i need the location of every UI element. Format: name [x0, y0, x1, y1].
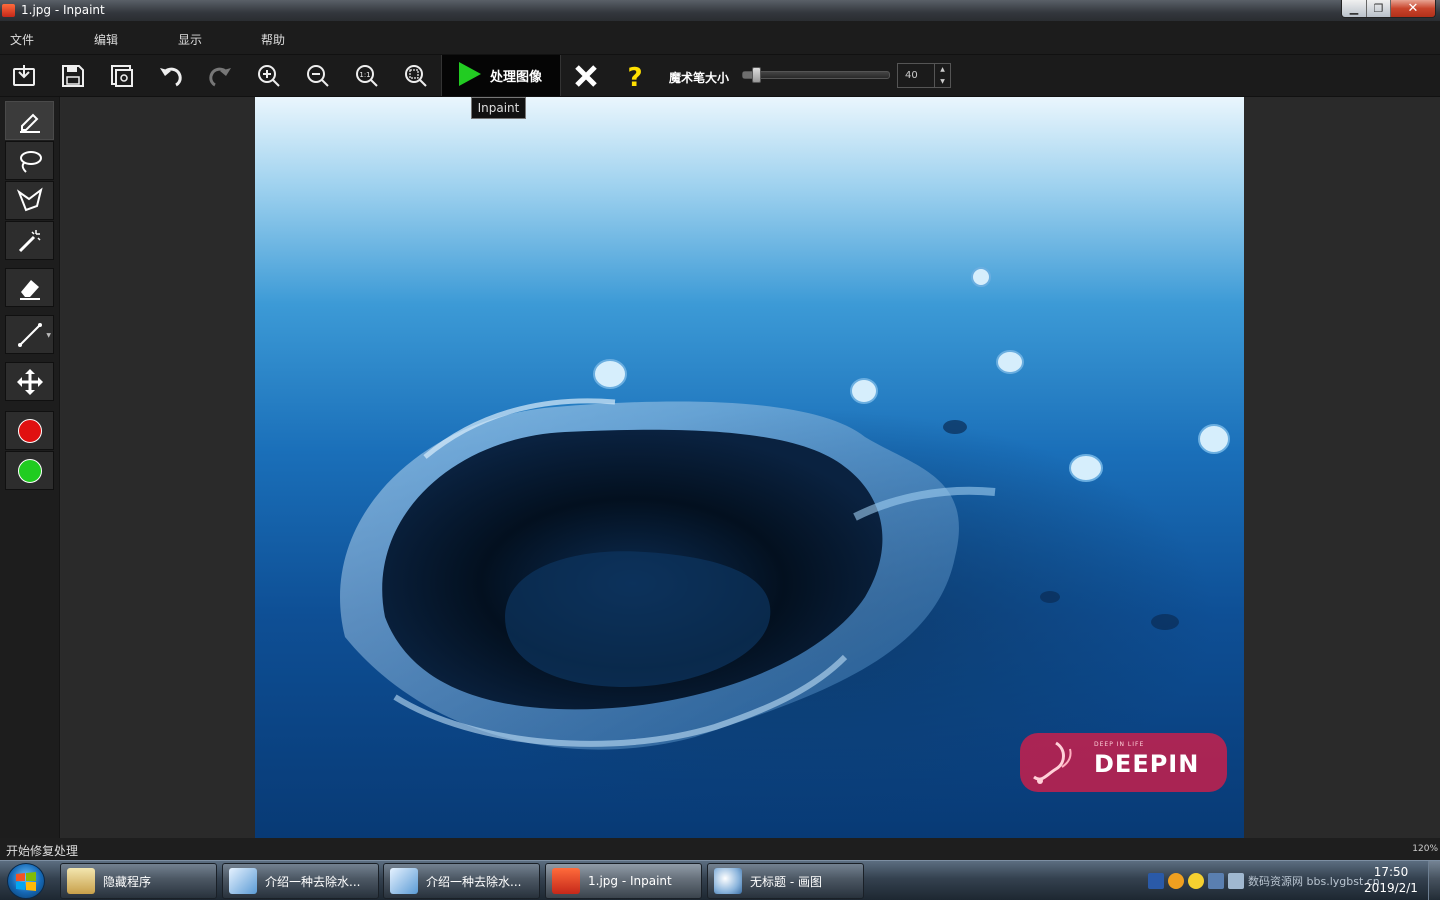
close-button[interactable]: ✕ [1390, 0, 1435, 17]
play-icon [456, 61, 482, 90]
red-color-swatch[interactable] [5, 411, 54, 450]
svg-text:?: ? [627, 63, 642, 89]
menu-bar: 文件 编辑 显示 帮助 [0, 21, 1440, 55]
wand-size-input[interactable] [898, 64, 934, 87]
zoom-in-icon[interactable] [254, 61, 284, 91]
taskbar-label: 无标题 - 画图 [750, 874, 822, 889]
lasso-icon [19, 150, 42, 173]
water-splash-image [340, 267, 1230, 750]
wand-size-label: 魔术笔大小 [669, 71, 730, 85]
marker-icon [19, 113, 40, 133]
process-image-label: 处理图像 [490, 70, 543, 85]
taskbar: 隐藏程序 介绍一种去除水... 介绍一种去除水... 1.jpg - Inpai… [0, 860, 1440, 900]
status-bar: 开始修复处理 120% [0, 838, 1440, 860]
green-color-swatch[interactable] [5, 451, 54, 490]
tool-palette: ▼ [0, 97, 60, 838]
maximize-button[interactable]: ❐ [1366, 0, 1390, 17]
document-icon [390, 868, 418, 894]
red-color [17, 418, 42, 443]
eraser-icon [19, 279, 40, 300]
taskbar-label: 隐藏程序 [103, 874, 152, 889]
tray-app-icon[interactable] [1168, 873, 1184, 889]
taskbar-label: 介绍一种去除水... [426, 874, 522, 889]
menu-edit[interactable]: 编辑 [94, 31, 118, 48]
zoom-level: 120% [1412, 844, 1438, 854]
cancel-icon[interactable] [571, 61, 601, 91]
app-icon [2, 4, 15, 17]
magic-wand-icon [18, 229, 41, 252]
wand-size-slider[interactable] [742, 71, 890, 79]
zoom-actual-icon[interactable]: 1:1 [352, 61, 382, 91]
folder-icon [67, 868, 95, 894]
undo-icon[interactable] [156, 61, 186, 91]
marker-tool[interactable] [5, 101, 54, 140]
clock-time: 17:50 [1373, 865, 1409, 879]
green-color [17, 458, 42, 483]
deepin-logo-icon [1033, 741, 1072, 784]
eraser-tool[interactable] [5, 268, 54, 307]
spin-up-icon[interactable]: ▲ [940, 66, 945, 73]
deepin-watermark: DEEP IN LIFE DEEPIN [1020, 733, 1227, 792]
line-tool[interactable]: ▼ [5, 315, 54, 354]
move-icon [16, 368, 43, 395]
title-bar[interactable]: 1.jpg - Inpaint ▁ ❐ ✕ [0, 0, 1440, 21]
minimize-button[interactable]: ▁ [1342, 0, 1366, 17]
process-image-button[interactable]: 处理图像 [441, 55, 561, 96]
save-as-icon[interactable] [107, 61, 137, 91]
taskbar-item-inpaint[interactable]: 1.jpg - Inpaint [545, 863, 702, 899]
canvas-area[interactable]: DEEP IN LIFE DEEPIN [61, 97, 1440, 838]
submenu-arrow-icon: ▼ [46, 332, 51, 339]
wand-size-spinbox[interactable]: ▲ ▼ [897, 63, 951, 88]
status-message: 开始修复处理 [6, 844, 79, 858]
window-title: 1.jpg - Inpaint [21, 3, 105, 17]
menu-view[interactable]: 显示 [178, 31, 202, 48]
taskbar-item-hidden[interactable]: 隐藏程序 [60, 863, 217, 899]
move-tool[interactable] [5, 362, 54, 401]
svg-text:1:1: 1:1 [359, 71, 370, 79]
watermark-brand: DEEPIN [1094, 750, 1200, 778]
lasso-tool[interactable] [5, 141, 54, 180]
polygon-lasso-icon [16, 187, 43, 211]
document-icon [229, 868, 257, 894]
system-tray: 数码资源网 bbs.lygbst.cn [1148, 869, 1380, 893]
menu-help[interactable]: 帮助 [261, 31, 285, 48]
show-desktop-button[interactable] [1428, 861, 1440, 900]
taskbar-label: 介绍一种去除水... [265, 874, 361, 889]
image-canvas[interactable]: DEEP IN LIFE DEEPIN [255, 97, 1244, 838]
spin-arrows[interactable]: ▲ ▼ [934, 64, 950, 87]
help-icon[interactable]: ? [620, 61, 650, 91]
windows-logo-icon [16, 872, 36, 891]
start-button[interactable] [7, 863, 45, 899]
inpaint-app-icon [552, 868, 580, 894]
redo-icon[interactable] [205, 61, 235, 91]
taskbar-item-doc-2[interactable]: 介绍一种去除水... [383, 863, 540, 899]
zoom-out-icon[interactable] [303, 61, 333, 91]
paint-app-icon [714, 868, 742, 894]
wand-size-slider-handle[interactable] [752, 67, 761, 83]
save-icon[interactable] [58, 61, 88, 91]
app-window: 1.jpg - Inpaint ▁ ❐ ✕ 文件 编辑 显示 帮助 1:1 处理… [0, 0, 1440, 900]
polygon-lasso-tool[interactable] [5, 181, 54, 220]
clock-date: 2019/2/1 [1364, 881, 1418, 895]
open-icon[interactable] [9, 61, 39, 91]
keyboard-icon[interactable] [1208, 873, 1224, 889]
watermark-tagline: DEEP IN LIFE [1094, 741, 1145, 748]
clipboard-icon[interactable] [1228, 873, 1244, 889]
zoom-fit-icon[interactable] [401, 61, 431, 91]
clock[interactable]: 17:50 2019/2/1 [1360, 864, 1422, 896]
magic-wand-tool[interactable] [5, 221, 54, 260]
ime-icon[interactable] [1148, 873, 1164, 889]
menu-file[interactable]: 文件 [10, 31, 34, 48]
spin-down-icon[interactable]: ▼ [940, 78, 945, 85]
moon-icon[interactable] [1188, 873, 1204, 889]
taskbar-item-paint[interactable]: 无标题 - 画图 [707, 863, 864, 899]
taskbar-label: 1.jpg - Inpaint [588, 874, 672, 888]
taskbar-item-doc-1[interactable]: 介绍一种去除水... [222, 863, 379, 899]
tooltip: Inpaint [471, 97, 526, 119]
line-icon [17, 322, 42, 347]
window-controls: ▁ ❐ ✕ [1341, 0, 1436, 18]
